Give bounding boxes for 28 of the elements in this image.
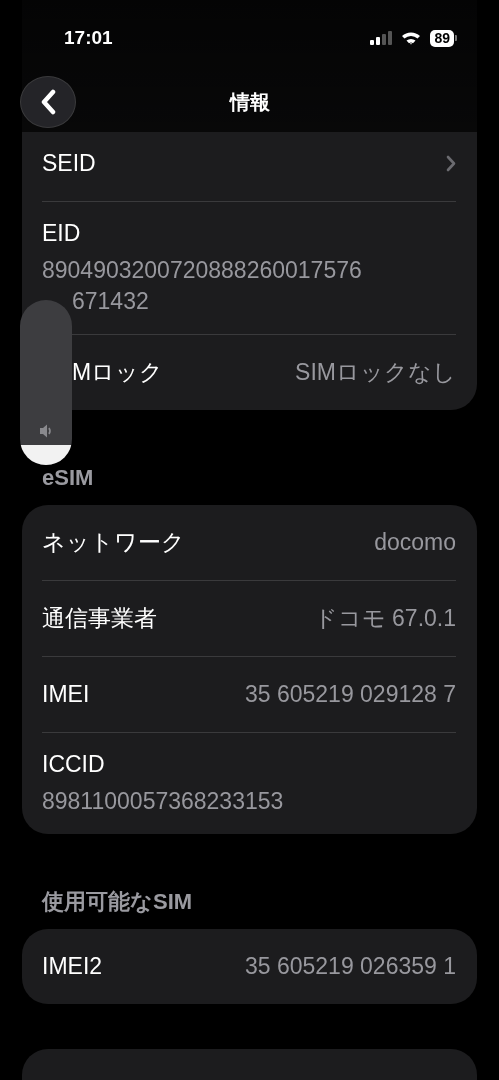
- battery-level: 89: [430, 29, 454, 47]
- nav-title: 情報: [229, 89, 270, 115]
- volume-indicator[interactable]: [20, 300, 72, 465]
- row-value: 35 605219 029128 7: [244, 681, 456, 708]
- row-value: docomo: [374, 529, 456, 556]
- back-button[interactable]: [20, 76, 76, 128]
- row-label: IMEI: [42, 681, 90, 708]
- signal-icon: [370, 31, 393, 45]
- row-value: SIMロックなし: [295, 358, 456, 387]
- wifi-icon: [401, 31, 422, 45]
- row-label: ICCID: [42, 751, 105, 778]
- row-label: ネットワーク: [42, 528, 185, 557]
- row-value: 671432: [71, 287, 149, 316]
- chevron-right-icon: [446, 155, 456, 172]
- row-label: EID: [42, 220, 81, 247]
- row-value: 35 605219 026359 1: [244, 953, 456, 980]
- row-label: Mロック: [71, 358, 164, 387]
- row-label: 通信事業者: [42, 604, 157, 633]
- speaker-icon: [38, 423, 54, 440]
- section-header: eSIM: [42, 466, 95, 492]
- row-value: 8981100057368233153: [42, 787, 284, 816]
- list-row[interactable]: SEID: [42, 126, 456, 201]
- chevron-left-icon: [40, 89, 56, 115]
- row-value: 8904903200720888260017576: [42, 256, 362, 285]
- row-label: IMEI2: [42, 953, 103, 980]
- row-value: ドコモ 67.0.1: [313, 604, 456, 633]
- section-header: 使用可能なSIM: [42, 890, 194, 916]
- status-time: 17:01: [64, 27, 113, 49]
